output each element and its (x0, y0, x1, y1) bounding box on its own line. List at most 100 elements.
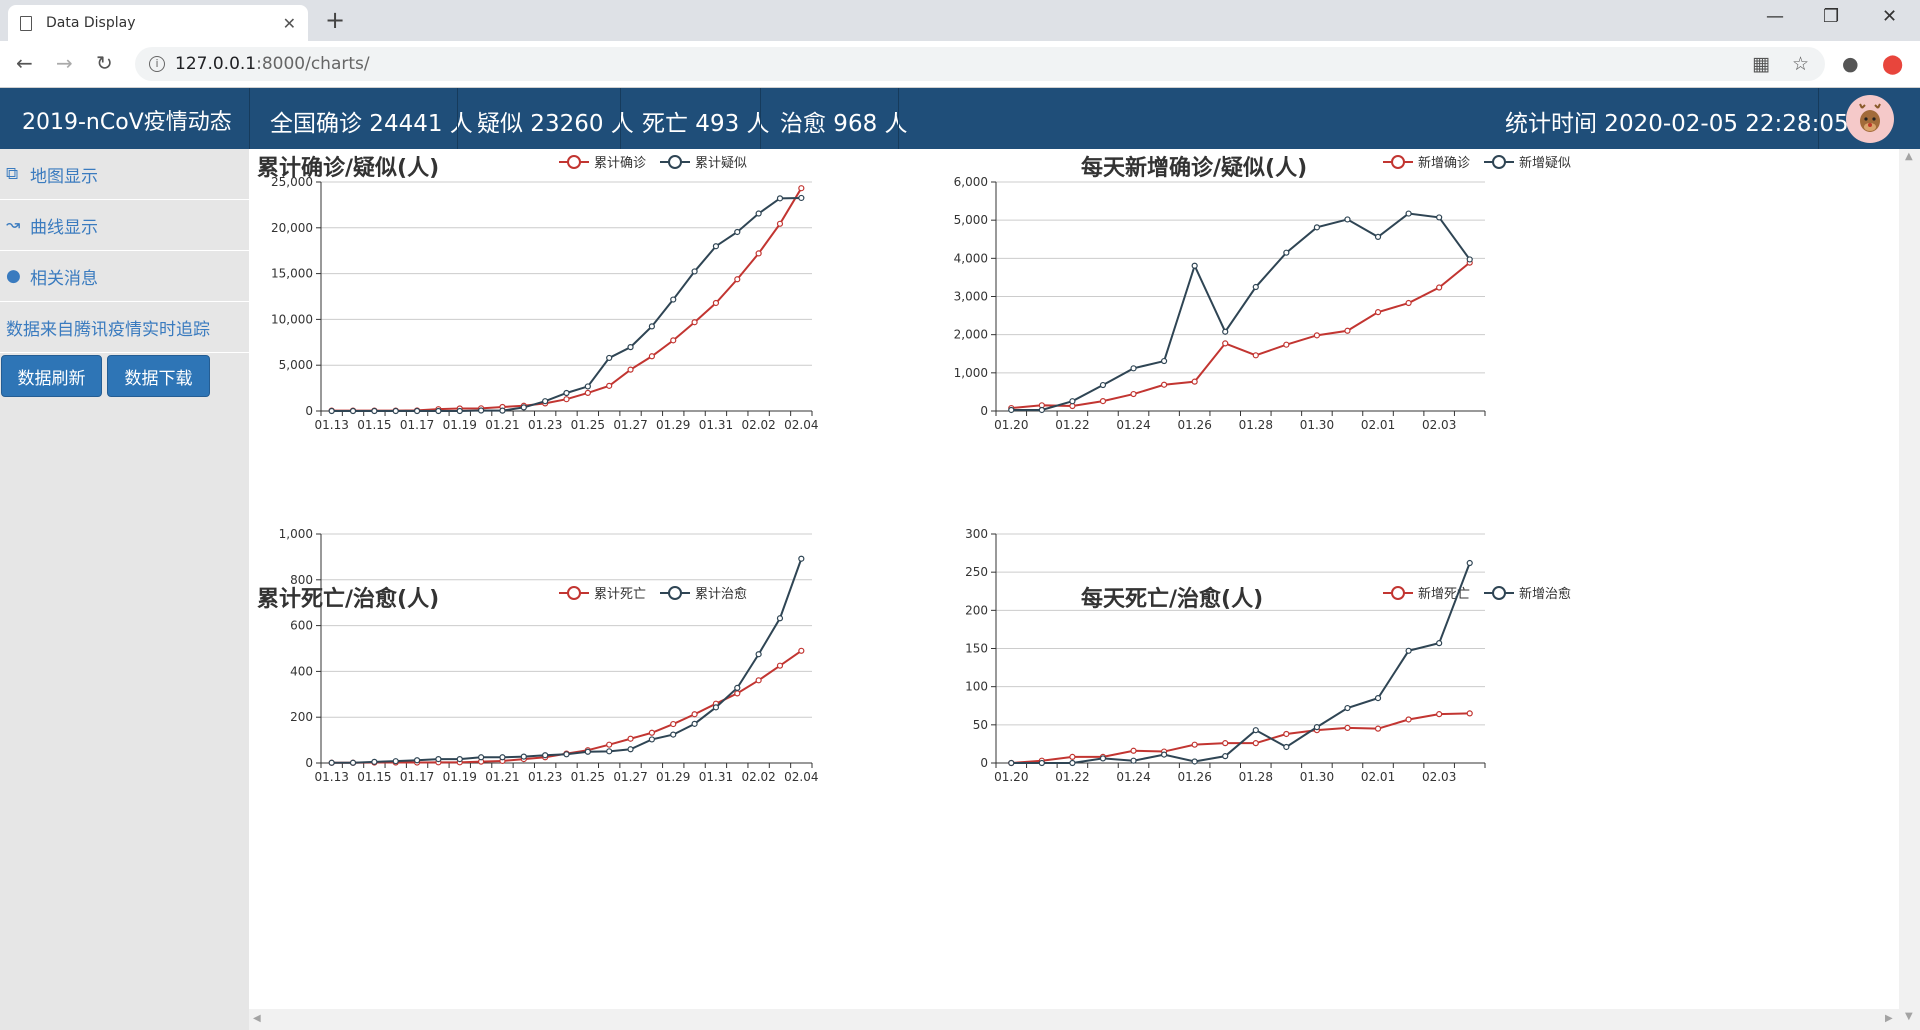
y-tick-label: 0 (980, 756, 988, 770)
new-tab-icon[interactable]: + (325, 6, 345, 34)
address-bar[interactable]: i 127.0.0.1 :8000/charts/ (135, 47, 1825, 81)
reindeer-icon (1859, 103, 1881, 132)
header-divider (457, 88, 458, 149)
x-tick-label: 01.26 (1177, 770, 1211, 784)
data-point (1436, 640, 1443, 647)
data-point (1038, 759, 1045, 767)
y-tick-label: 100 (965, 680, 988, 694)
reload-icon[interactable]: ↻ (96, 51, 113, 75)
scroll-up-icon[interactable]: ▲ (1905, 151, 1913, 162)
stat-time: 统计时间 2020-02-05 22:28:05 (1505, 111, 1849, 137)
data-point (1252, 740, 1259, 747)
restore-icon[interactable]: ❐ (1823, 6, 1839, 27)
data-point (1160, 751, 1168, 758)
browser-tab[interactable]: Data Display ✕ (8, 5, 308, 41)
data-source-link[interactable]: 数据来自腾讯疫情实时追踪 (0, 302, 249, 353)
data-point (1222, 740, 1229, 747)
header-divider (620, 88, 621, 149)
x-tick-label: 02.01 (1361, 770, 1395, 784)
x-tick-label: 01.22 (1055, 770, 1089, 784)
x-tick-label: 02.03 (1422, 770, 1456, 784)
url-host: 127.0.0.1 (175, 54, 257, 74)
sidebar-item-news[interactable]: ● 相关消息 (0, 251, 249, 302)
y-tick-label: 150 (965, 642, 988, 656)
forward-icon[interactable]: → (56, 51, 73, 75)
sidebar: ⧉ 地图显示 ↝ 曲线显示 ● 相关消息 数据来自腾讯疫情实时追踪 (0, 149, 249, 1030)
daily-dead-healed-chart: 0 50 100 150 200 250 300 01.20 01.22 01.24 01.26 01… (965, 527, 1486, 784)
x-tick-label: 01.30 (1300, 770, 1334, 784)
sidebar-item-label: 地图显示 (30, 166, 98, 187)
data-point (1405, 647, 1412, 654)
data-point (1466, 559, 1473, 567)
avatar[interactable] (1846, 95, 1894, 143)
data-point (1466, 710, 1473, 717)
data-source-label: 数据来自腾讯疫情实时追踪 (6, 319, 210, 340)
scroll-left-icon[interactable]: ◀ (253, 1013, 261, 1024)
x-tick-label: 01.24 (1116, 770, 1150, 784)
scroll-right-icon[interactable]: ▶ (1885, 1013, 1893, 1024)
browser-toolbar: ← → ↻ i 127.0.0.1 :8000/charts/ ▦ ☆ ● ⬤ (0, 41, 1920, 88)
translate-icon[interactable]: ▦ (1752, 53, 1770, 75)
header-divider (760, 88, 761, 149)
stat-dead: 死亡 493 人 (642, 111, 770, 137)
y-tick-label: 200 (965, 603, 988, 617)
data-point (1222, 753, 1229, 760)
sidebar-item-map[interactable]: ⧉ 地图显示 (0, 149, 249, 200)
y-tick-label: 50 (973, 718, 988, 732)
data-point (1099, 755, 1107, 762)
refresh-button[interactable]: 数据刷新 (1, 355, 102, 397)
clone-icon: ⧉ (6, 164, 19, 184)
extension-icon[interactable]: ⬤ (1882, 53, 1903, 75)
charts-area: 累计确诊/疑似(人) 累计确诊 累计疑似 0 5,000 10,000 15,000 2… (249, 149, 1899, 1009)
data-point (1313, 724, 1321, 731)
vertical-scrollbar[interactable]: ▲ ▼ (1899, 149, 1920, 1030)
data-point (1344, 704, 1351, 712)
data-point (1130, 747, 1137, 754)
data-point (1008, 759, 1015, 767)
y-tick-label: 300 (965, 527, 988, 541)
data-point (1252, 727, 1259, 734)
comment-icon: ● (6, 266, 21, 286)
stat-suspected: 疑似 23260 人 (477, 111, 634, 137)
x-tick-label: 01.20 (994, 770, 1028, 784)
data-point (1069, 759, 1076, 767)
data-point (1130, 757, 1137, 764)
series-line (1011, 562, 1471, 764)
data-point (1283, 743, 1290, 751)
browser-tab-strip: Data Display ✕ + — ❐ ✕ (0, 0, 1920, 41)
sidebar-item-label: 相关消息 (30, 268, 98, 289)
stat-confirmed: 全国确诊 24441 人 (270, 111, 473, 137)
data-point (1405, 716, 1412, 723)
sidebar-item-label: 曲线显示 (30, 217, 98, 238)
data-point (1344, 724, 1351, 731)
sidebar-item-curve[interactable]: ↝ 曲线显示 (0, 200, 249, 251)
x-tick-label: 01.28 (1239, 770, 1273, 784)
brand-title: 2019-nCoV疫情动态 (22, 110, 232, 135)
scroll-down-icon[interactable]: ▼ (1905, 1011, 1913, 1022)
series-line (1011, 712, 1470, 764)
header-divider (898, 88, 899, 149)
info-icon[interactable]: i (149, 56, 165, 72)
tab-title: Data Display (46, 15, 136, 31)
data-point (1374, 725, 1382, 732)
back-icon[interactable]: ← (16, 51, 33, 75)
data-point (1191, 758, 1198, 765)
url-path: :8000/charts/ (256, 54, 370, 74)
data-point (1069, 753, 1076, 760)
tab-close-icon[interactable]: ✕ (283, 14, 296, 33)
app-header: 2019-nCoV疫情动态 全国确诊 24441 人 疑似 23260 人 死亡… (0, 88, 1920, 149)
profile-icon[interactable]: ● (1842, 53, 1859, 75)
y-tick-label: 250 (965, 565, 988, 579)
header-divider (1818, 88, 1819, 149)
stat-healed: 治愈 968 人 (780, 111, 908, 137)
data-point (1374, 695, 1382, 702)
window-close-icon[interactable]: ✕ (1882, 6, 1897, 27)
data-point (1283, 730, 1290, 738)
download-button[interactable]: 数据下载 (107, 355, 210, 397)
minimize-icon[interactable]: — (1766, 6, 1784, 27)
header-divider (249, 88, 250, 149)
line-chart-icon: ↝ (6, 215, 21, 235)
bookmark-star-icon[interactable]: ☆ (1792, 53, 1809, 75)
horizontal-scrollbar[interactable]: ◀ ▶ (249, 1009, 1899, 1030)
data-point (1436, 711, 1443, 718)
